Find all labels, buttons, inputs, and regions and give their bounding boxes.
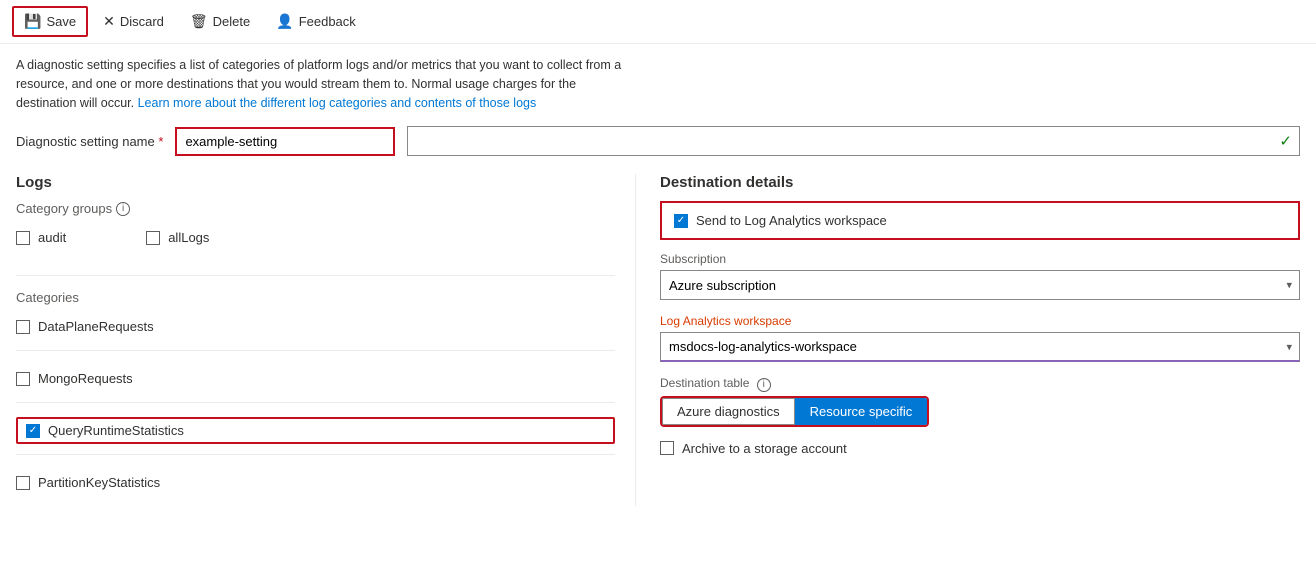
partition-label: PartitionKeyStatistics [38, 475, 160, 490]
feedback-icon: 👤 [276, 13, 293, 30]
feedback-button[interactable]: 👤 Feedback [265, 7, 367, 36]
query-label: QueryRuntimeStatistics [48, 423, 184, 438]
discard-label: Discard [120, 14, 164, 29]
save-button[interactable]: 💾 Save [12, 6, 88, 37]
dataplane-label: DataPlaneRequests [38, 319, 154, 334]
delete-label: Delete [213, 14, 251, 29]
setting-name-long-input[interactable] [407, 126, 1300, 156]
dest-table-info-icon[interactable]: i [757, 378, 771, 392]
divider2 [16, 350, 615, 351]
dataplane-checkbox[interactable] [16, 320, 30, 334]
partition-checkbox[interactable] [16, 476, 30, 490]
dest-table-group: Destination table i Azure diagnostics Re… [660, 376, 1300, 427]
category-groups-row: audit allLogs [16, 224, 615, 261]
resource-specific-option[interactable]: Resource specific [795, 398, 928, 425]
audit-label: audit [38, 230, 66, 245]
subscription-select-wrapper: Azure subscription ▾ [660, 270, 1300, 300]
send-to-log-row: Send to Log Analytics workspace [660, 201, 1300, 240]
log-workspace-select-wrapper: msdocs-log-analytics-workspace ▾ [660, 332, 1300, 362]
category-groups-info-icon[interactable]: i [116, 202, 130, 216]
categories-label: Categories [16, 290, 615, 305]
mongo-checkbox-row: MongoRequests [16, 365, 615, 392]
alllogs-label: allLogs [168, 230, 209, 245]
discard-button[interactable]: ✕ Discard [92, 7, 175, 36]
save-icon: 💾 [24, 13, 41, 30]
discard-icon: ✕ [103, 13, 115, 30]
page-content: A diagnostic setting specifies a list of… [0, 44, 1316, 518]
mongo-checkbox[interactable] [16, 372, 30, 386]
delete-icon: 🗑 [190, 13, 208, 30]
feedback-label: Feedback [299, 14, 356, 29]
audit-checkbox[interactable] [16, 231, 30, 245]
logs-title: Logs [16, 174, 615, 191]
required-indicator: * [158, 134, 163, 149]
divider [16, 275, 615, 276]
partition-checkbox-row: PartitionKeyStatistics [16, 469, 615, 496]
log-workspace-select[interactable]: msdocs-log-analytics-workspace [660, 332, 1300, 362]
destination-title: Destination details [660, 174, 1300, 191]
archive-label: Archive to a storage account [682, 441, 847, 456]
audit-checkbox-row: audit [16, 224, 66, 251]
archive-checkbox[interactable] [660, 441, 674, 455]
dest-table-label: Destination table i [660, 376, 1300, 392]
subscription-label: Subscription [660, 252, 1300, 266]
main-layout: Logs Category groups i audit allLogs C [16, 174, 1300, 506]
learn-more-link[interactable]: Learn more about the different log categ… [138, 96, 537, 110]
subscription-group: Subscription Azure subscription ▾ [660, 252, 1300, 300]
toolbar: 💾 Save ✕ Discard 🗑 Delete 👤 Feedback [0, 0, 1316, 44]
divider4 [16, 454, 615, 455]
destination-section: Destination details Send to Log Analytic… [636, 174, 1300, 506]
dest-table-options: Azure diagnostics Resource specific [660, 396, 929, 427]
description-text: A diagnostic setting specifies a list of… [16, 56, 636, 112]
setting-name-input[interactable] [175, 127, 395, 156]
log-workspace-label: Log Analytics workspace [660, 314, 1300, 328]
setting-name-label: Diagnostic setting name * [16, 134, 163, 149]
delete-button[interactable]: 🗑 Delete [179, 7, 261, 36]
subscription-select[interactable]: Azure subscription [660, 270, 1300, 300]
query-checkbox[interactable] [26, 424, 40, 438]
mongo-label: MongoRequests [38, 371, 133, 386]
check-icon: ✓ [1279, 132, 1292, 150]
logs-section: Logs Category groups i audit allLogs C [16, 174, 636, 506]
query-checkbox-row: QueryRuntimeStatistics [16, 417, 615, 444]
log-workspace-group: Log Analytics workspace msdocs-log-analy… [660, 314, 1300, 362]
send-to-log-label: Send to Log Analytics workspace [696, 213, 887, 228]
save-label: Save [46, 14, 76, 29]
azure-diagnostics-option[interactable]: Azure diagnostics [662, 398, 795, 425]
archive-row: Archive to a storage account [660, 441, 1300, 456]
dataplane-checkbox-row: DataPlaneRequests [16, 313, 615, 340]
alllogs-checkbox-row: allLogs [146, 224, 209, 251]
send-to-log-checkbox[interactable] [674, 214, 688, 228]
setting-name-bar: ✓ [407, 126, 1300, 156]
category-groups-label: Category groups i [16, 201, 615, 216]
setting-name-row: Diagnostic setting name * ✓ [16, 126, 1300, 156]
divider3 [16, 402, 615, 403]
alllogs-checkbox[interactable] [146, 231, 160, 245]
